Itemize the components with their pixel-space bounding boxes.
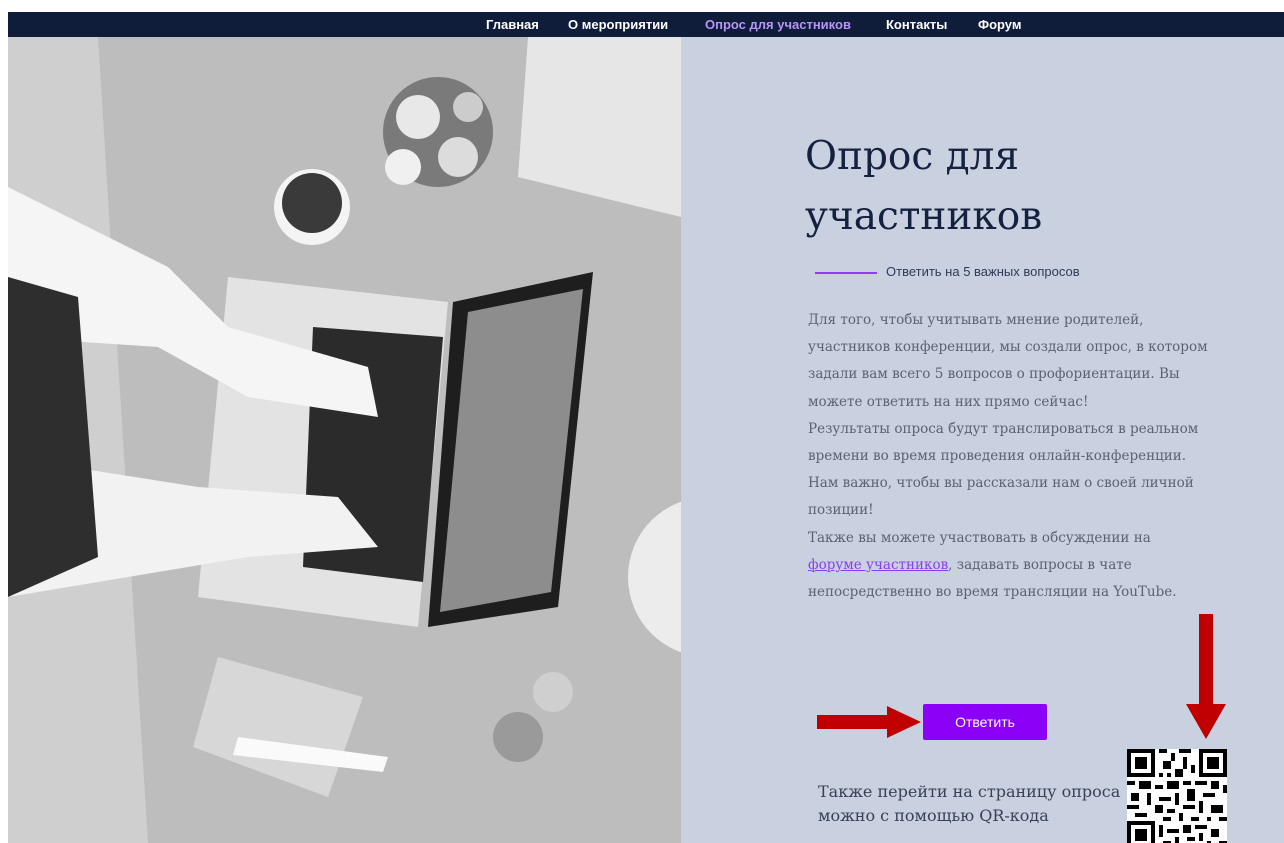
paragraph-forum: Также вы можете участвовать в обсуждении… <box>808 525 1208 607</box>
arrow-down-icon <box>1186 614 1226 739</box>
page: Главная О мероприятии Опрос для участник… <box>8 12 1284 843</box>
answer-button[interactable]: Ответить <box>923 704 1047 740</box>
survey-panel: Опрос для участников Ответить на 5 важны… <box>681 37 1284 843</box>
arrow-right-icon <box>817 706 921 738</box>
laptop-photo-illustration <box>8 37 681 843</box>
forum-link[interactable]: форуме участников <box>808 557 948 573</box>
subtitle: Ответить на 5 важных вопросов <box>886 264 1080 279</box>
subtitle-accent-line <box>815 272 877 274</box>
page-title: Опрос для участников <box>805 134 1043 239</box>
survey-description: Для того, чтобы учитывать мнение родител… <box>808 307 1208 606</box>
paragraph-intro: Для того, чтобы учитывать мнение родител… <box>808 312 1208 410</box>
qr-code-icon[interactable] <box>1127 749 1227 843</box>
qr-caption: Также перейти на страницу опроса можно с… <box>818 782 1121 825</box>
nav-item-survey[interactable]: Опрос для участников <box>705 17 851 33</box>
paragraph-results: Результаты опроса будут транслироваться … <box>808 420 1199 519</box>
nav-item-contacts[interactable]: Контакты <box>886 17 947 33</box>
nav-item-about[interactable]: О мероприятии <box>568 17 668 33</box>
forum-text-before: Также вы можете участвовать в обсуждении… <box>808 529 1151 546</box>
top-nav: Главная О мероприятии Опрос для участник… <box>8 12 1284 37</box>
nav-item-home[interactable]: Главная <box>486 17 539 33</box>
laptop-photo <box>8 37 681 843</box>
nav-item-forum[interactable]: Форум <box>978 17 1021 33</box>
